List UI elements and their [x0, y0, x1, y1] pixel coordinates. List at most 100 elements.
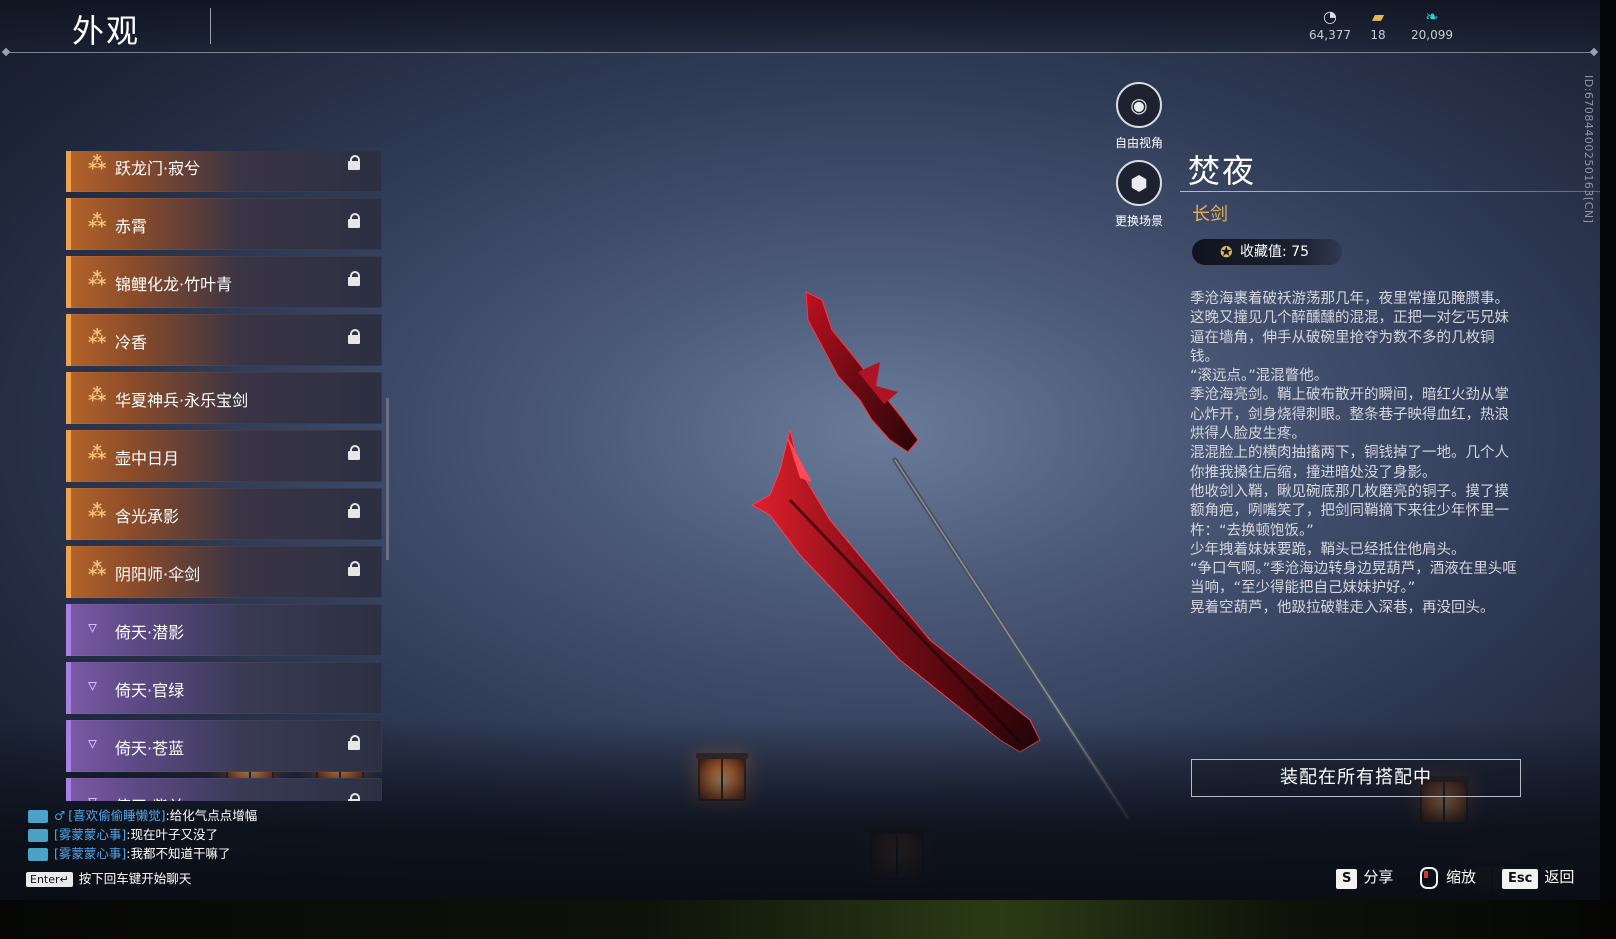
- list-item[interactable]: ⁂ 冷香: [66, 314, 382, 366]
- rarity-bar: [66, 604, 71, 656]
- lock-icon: [348, 271, 360, 286]
- currency-value: 64,377: [1309, 28, 1351, 42]
- item-label: 阴阳师·伞剑: [115, 565, 201, 584]
- item-label: 跃龙门·寂兮: [115, 159, 201, 178]
- collection-badge: ✪ 收藏值: 75: [1192, 239, 1342, 265]
- enter-key: Enter↵: [26, 872, 73, 887]
- change-scene-button[interactable]: ⬢ 更换场景: [1104, 160, 1174, 229]
- collection-value: 收藏值: 75: [1240, 244, 1309, 260]
- bottom-band: [0, 900, 1616, 939]
- list-item[interactable]: ⁂ 华夏神兵·永乐宝剑: [66, 372, 382, 424]
- page-title: 外观: [72, 12, 141, 50]
- chat-message: ♂ [喜欢偷偷睡懒觉]:给化气点点增幅: [28, 806, 257, 825]
- chat-log: ♂ [喜欢偷偷睡懒觉]:给化气点点增幅 [雾蒙蒙心事]:现在叶子又没了 [雾蒙蒙心…: [28, 806, 257, 863]
- list-item[interactable]: ⁂ 赤霄: [66, 198, 382, 250]
- item-type: 长剑: [1192, 204, 1228, 225]
- rarity-icon: ⁂: [88, 443, 107, 464]
- item-label: 倚天·苍蓝: [115, 739, 185, 758]
- camera-icon: ◉: [1116, 82, 1162, 128]
- list-item[interactable]: ⁂ 锦鲤化龙·竹叶青: [66, 256, 382, 308]
- chat-text: :给化气点点增幅: [165, 808, 258, 823]
- rarity-icon: ▿: [88, 675, 98, 696]
- item-name: 焚夜: [1188, 152, 1257, 190]
- rarity-icon: ⁂: [88, 327, 107, 348]
- list-item[interactable]: ⁂ 跃龙门·寂兮: [66, 151, 382, 192]
- list-item[interactable]: ▿ 倚天·紫兰: [66, 778, 382, 801]
- rarity-icon: ⁂: [88, 559, 107, 580]
- appearance-list[interactable]: ⁂ 跃龙门·寂兮 ⁂ 赤霄 ⁂ 锦鲤化龙·竹叶青 ⁂ 冷香 ⁂ 华夏神兵·永乐宝…: [66, 151, 384, 801]
- rarity-bar: [66, 372, 71, 424]
- rarity-bar: [66, 151, 71, 192]
- currency-value: 20,099: [1411, 28, 1453, 42]
- chat-sender[interactable]: [雾蒙蒙心事]: [54, 846, 126, 861]
- rarity-bar: [66, 778, 71, 801]
- lock-icon: [348, 793, 360, 801]
- chat-channel-icon: [28, 810, 48, 823]
- chat-input-hint[interactable]: Enter↵ 按下回车键开始聊天: [26, 868, 191, 887]
- item-label: 倚天·紫兰: [115, 793, 184, 801]
- lock-icon: [348, 445, 360, 460]
- lock-icon: [348, 561, 360, 576]
- rarity-icon: ⁂: [88, 211, 107, 232]
- rarity-bar: [66, 314, 71, 366]
- enter-hint-text: 按下回车键开始聊天: [78, 871, 192, 886]
- scene-icon: ⬢: [1116, 160, 1162, 206]
- chat-channel-icon: [28, 848, 48, 861]
- zoom-hint[interactable]: 缩放: [1420, 866, 1476, 889]
- list-item[interactable]: ⁂ 含光承影: [66, 488, 382, 540]
- description-paragraph: 他收剑入鞘，瞅见碗底那几枚磨亮的铜子。摸了摸额角疤，咧嘴笑了，把剑同鞘摘下来往少…: [1190, 483, 1509, 539]
- rarity-bar: [66, 488, 71, 540]
- free-camera-button[interactable]: ◉ 自由视角: [1104, 82, 1174, 151]
- chat-sender[interactable]: [喜欢偷偷睡懒觉]: [68, 808, 165, 823]
- description-paragraph: 季沧海裹着破袄游荡那几年，夜里常撞见腌臜事。这晚又撞见几个醉醺醺的混混，正把一对…: [1190, 291, 1509, 365]
- item-label: 倚天·官绿: [115, 681, 185, 700]
- lock-icon: [348, 213, 360, 228]
- rarity-bar: [66, 546, 71, 598]
- list-item[interactable]: ▿ 倚天·潜影: [66, 604, 382, 656]
- item-label: 含光承影: [115, 507, 180, 526]
- rarity-bar: [66, 662, 71, 714]
- back-label: 返回: [1544, 868, 1575, 886]
- back-hint[interactable]: Esc 返回: [1502, 866, 1574, 889]
- description-paragraph: “滚远点。”混混瞥他。: [1190, 368, 1329, 385]
- share-hint[interactable]: S 分享: [1336, 866, 1393, 889]
- coin-icon: ◔: [1323, 7, 1337, 26]
- title-separator: [210, 8, 211, 44]
- description-paragraph: 季沧海亮剑。鞘上破布散开的瞬间，暗红火劲从掌心炸开，剑身烧得刺眼。整条巷子映得血…: [1190, 387, 1509, 443]
- top-divider: [6, 52, 1594, 53]
- list-item[interactable]: ▿ 倚天·苍蓝: [66, 720, 382, 772]
- rarity-icon: ▿: [88, 791, 97, 801]
- list-scrollbar[interactable]: [386, 398, 389, 560]
- description-paragraph: “争口气啊。”季沧海边转身边晃葫芦，酒液在里头哐当响，“至少得能把自己妹妹护好。…: [1190, 561, 1517, 597]
- item-label: 冷香: [115, 333, 148, 352]
- list-item[interactable]: ▿ 倚天·官绿: [66, 662, 382, 714]
- rarity-bar: [66, 198, 71, 250]
- item-label: 壶中日月: [115, 449, 180, 468]
- esc-key: Esc: [1502, 869, 1539, 889]
- feather-icon: ❧: [1425, 7, 1439, 26]
- male-icon: ♂: [54, 808, 66, 823]
- rarity-bar: [66, 720, 71, 772]
- description-paragraph: 晃着空葫芦，他趿拉破鞋走入深巷，再没回头。: [1190, 599, 1495, 616]
- item-label: 赤霄: [115, 217, 148, 236]
- lock-icon: [348, 329, 360, 344]
- item-label: 倚天·潜影: [115, 623, 185, 642]
- list-item[interactable]: ⁂ 阴阳师·伞剑: [66, 546, 382, 598]
- share-key: S: [1336, 869, 1358, 889]
- rarity-bar: [66, 430, 71, 482]
- collection-icon: ✪: [1220, 243, 1233, 261]
- lantern: [868, 828, 926, 880]
- currency-ticket: ▰ 18: [1358, 8, 1398, 43]
- rarity-bar: [66, 256, 71, 308]
- mouse-icon: [1420, 866, 1438, 889]
- lantern: [696, 753, 748, 801]
- tool-label: 更换场景: [1114, 214, 1163, 228]
- rarity-icon: ▿: [88, 733, 98, 754]
- chat-sender[interactable]: [雾蒙蒙心事]: [54, 827, 126, 842]
- zoom-label: 缩放: [1446, 868, 1477, 886]
- session-id: ID:67084400250163[CN]: [1582, 75, 1595, 224]
- currency-feather: ❧ 20,099: [1404, 7, 1460, 43]
- list-item[interactable]: ⁂ 壶中日月: [66, 430, 382, 482]
- equip-all-button[interactable]: 装配在所有搭配中: [1191, 759, 1521, 797]
- chat-text: :现在叶子又没了: [126, 827, 218, 842]
